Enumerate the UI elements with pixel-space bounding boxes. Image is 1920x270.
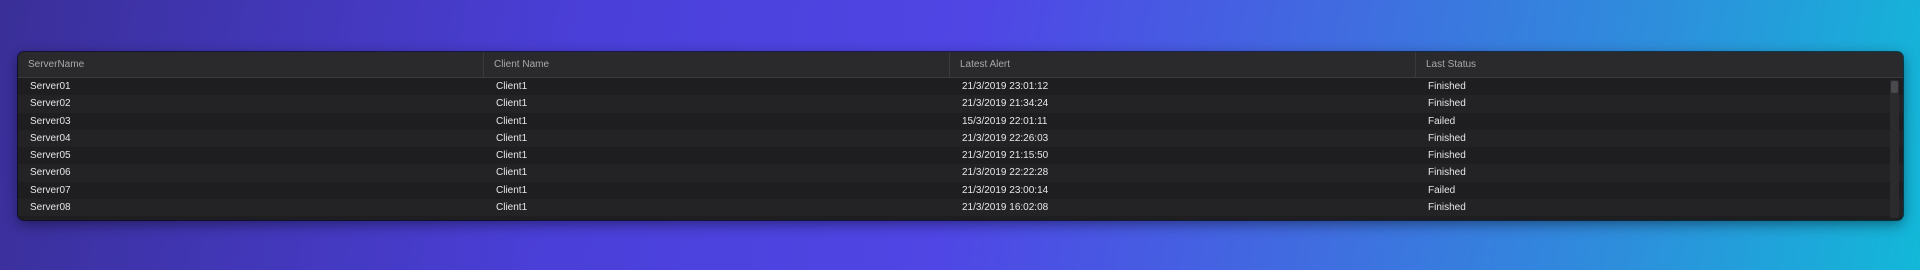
server-name-cell: Server04 (30, 132, 71, 144)
client-name-cell: Client1 (496, 115, 528, 127)
latest-alert-cell: 15/3/2019 22:01:11 (962, 115, 1048, 127)
last-status-cell: Finished (1428, 202, 1466, 214)
client-name-cell: Client1 (496, 132, 528, 144)
client-name-cell: Client1 (496, 184, 528, 196)
table-header: ServerName Client Name Latest Alert Last… (18, 52, 1903, 78)
server-status-table: ServerName Client Name Latest Alert Last… (18, 52, 1903, 220)
column-header-latest-alert[interactable]: Latest Alert (950, 52, 1416, 77)
latest-alert-cell: 21/3/2019 16:02:08 (962, 202, 1049, 214)
server-name-cell: Server07 (30, 184, 71, 196)
last-status-cell: Failed (1428, 184, 1456, 196)
latest-alert-cell: 21/3/2019 23:01:12 (962, 81, 1049, 92)
server-name-cell: Server08 (30, 202, 71, 214)
latest-alert-cell: 21/3/2019 22:26:03 (962, 132, 1049, 144)
server-name-cell: Server03 (30, 115, 71, 127)
server-name-cell: Server01 (30, 81, 71, 92)
last-status-cell: Finished (1428, 167, 1466, 179)
latest-alert-cell: 21/3/2019 21:15:50 (962, 150, 1049, 162)
table-row[interactable]: Server08 Client1 21/3/2019 16:02:08 Finishe… (18, 199, 1903, 217)
last-status-cell: Finished (1428, 132, 1466, 144)
latest-alert-cell: 21/3/2019 23:00:14 (962, 184, 1049, 196)
table-row[interactable]: Server05 Client1 21/3/2019 21:15:50 Finishe… (18, 147, 1903, 164)
vertical-scrollbar[interactable] (1890, 80, 1899, 218)
latest-alert-cell: 21/3/2019 21:34:24 (962, 98, 1049, 110)
scrollbar-thumb[interactable] (1891, 81, 1898, 93)
table-row[interactable]: Server06 Client1 21/3/2019 22:22:28 Finishe… (18, 164, 1903, 182)
server-name-cell: Server06 (30, 167, 71, 179)
client-name-cell: Client1 (496, 98, 528, 110)
last-status-cell: Finished (1428, 98, 1466, 110)
table-row[interactable]: Server02 Client1 21/3/2019 21:34:24 Finishe… (18, 95, 1903, 113)
column-header-last-status[interactable]: Last Status (1416, 52, 1888, 77)
column-header-client-name[interactable]: Client Name (484, 52, 950, 77)
client-name-cell: Client1 (496, 202, 528, 214)
column-header-servername[interactable]: ServerName (18, 52, 484, 77)
table-row[interactable]: Server03 Client1 15/3/2019 22:01:11 Failed (18, 113, 1903, 130)
client-name-cell: Client1 (496, 150, 528, 162)
last-status-cell: Failed (1428, 115, 1456, 127)
table-row[interactable]: Server04 Client1 21/3/2019 22:26:03 Finishe… (18, 129, 1903, 148)
table-body: Server01 Client1 21/3/2019 23:01:12 Finishe… (18, 78, 1903, 220)
server-name-cell: Server02 (30, 98, 71, 110)
table-row[interactable]: Server07 Client1 21/3/2019 23:00:14 Failed (18, 182, 1903, 199)
last-status-cell: Finished (1428, 81, 1466, 92)
server-name-cell: Server05 (30, 150, 71, 162)
client-name-cell: Client1 (496, 167, 528, 179)
last-status-cell: Finished (1428, 150, 1466, 162)
latest-alert-cell: 21/3/2019 22:22:28 (962, 167, 1049, 179)
client-name-cell: Client1 (496, 81, 528, 92)
table-row[interactable]: Server01 Client1 21/3/2019 23:01:12 Finishe… (18, 78, 1903, 95)
